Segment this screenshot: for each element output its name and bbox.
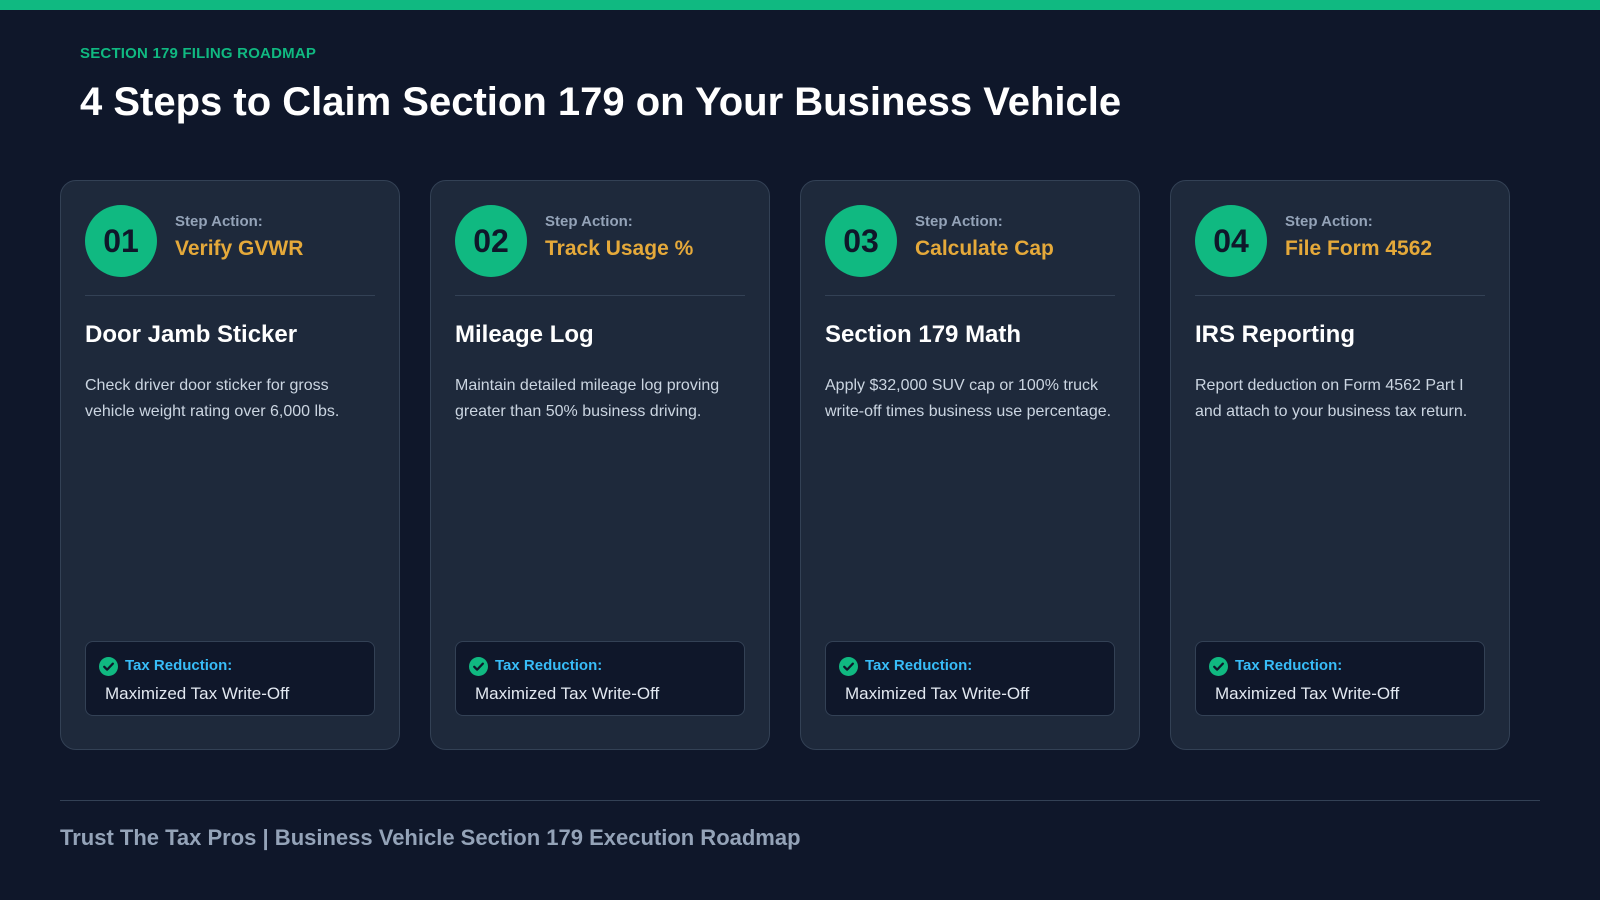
step-number-badge: 04: [1195, 205, 1267, 277]
step-action-value: Calculate Cap: [915, 237, 1054, 260]
tax-reduction-label: Tax Reduction:: [1235, 657, 1343, 674]
tax-reduction-label: Tax Reduction:: [865, 657, 973, 674]
step-title: Mileage Log: [455, 321, 594, 348]
check-circle-icon: [99, 657, 118, 676]
step-card-4: 04 Step Action: File Form 4562 IRS Repor…: [1170, 180, 1510, 750]
step-description: Maintain detailed mileage log proving gr…: [455, 377, 720, 420]
step-card-1: 01 Step Action: Verify GVWR Door Jamb St…: [60, 180, 400, 750]
card-divider: [1195, 295, 1485, 296]
footer-divider: [60, 800, 1540, 801]
check-circle-icon: [1209, 657, 1228, 676]
tax-reduction-value: Maximized Tax Write-Off: [105, 684, 290, 703]
roadmap-page: SECTION 179 FILING ROADMAP 4 Steps to Cl…: [0, 0, 1600, 900]
step-title: IRS Reporting: [1195, 321, 1355, 348]
card-divider: [825, 295, 1115, 296]
step-action-value: Verify GVWR: [175, 237, 304, 260]
step-action-label: Step Action:: [915, 213, 1003, 230]
page-title: 4 Steps to Claim Section 179 on Your Bus…: [80, 80, 1122, 124]
footer-text: Trust The Tax Pros | Business Vehicle Se…: [60, 825, 801, 850]
tax-reduction-value: Maximized Tax Write-Off: [845, 684, 1030, 703]
check-circle-icon: [839, 657, 858, 676]
eyebrow-label: SECTION 179 FILING ROADMAP: [80, 45, 317, 62]
check-circle-icon: [469, 657, 488, 676]
tax-reduction-label: Tax Reduction:: [125, 657, 233, 674]
card-divider: [85, 295, 375, 296]
steps-grid: 01 Step Action: Verify GVWR Door Jamb St…: [60, 180, 1512, 750]
card-divider: [455, 295, 745, 296]
top-accent-bar: [0, 0, 1600, 10]
step-title: Door Jamb Sticker: [85, 321, 298, 348]
step-action-label: Step Action:: [1285, 213, 1373, 230]
tax-reduction-box: Tax Reduction: Maximized Tax Write-Off: [825, 641, 1115, 716]
tax-reduction-box: Tax Reduction: Maximized Tax Write-Off: [1195, 641, 1485, 716]
tax-reduction-value: Maximized Tax Write-Off: [1215, 684, 1400, 703]
step-description: Report deduction on Form 4562 Part I and…: [1195, 377, 1468, 420]
tax-reduction-label: Tax Reduction:: [495, 657, 603, 674]
step-action-label: Step Action:: [175, 213, 263, 230]
tax-reduction-box: Tax Reduction: Maximized Tax Write-Off: [455, 641, 745, 716]
step-number-badge: 01: [85, 205, 157, 277]
step-action-value: File Form 4562: [1285, 237, 1433, 260]
step-action-label: Step Action:: [545, 213, 633, 230]
step-title: Section 179 Math: [825, 321, 1022, 348]
step-card-2: 02 Step Action: Track Usage % Mileage Lo…: [430, 180, 770, 750]
step-number-badge: 03: [825, 205, 897, 277]
step-card-3: 03 Step Action: Calculate Cap Section 17…: [800, 180, 1140, 750]
step-description: Check driver door sticker for gross vehi…: [85, 377, 340, 420]
step-number-badge: 02: [455, 205, 527, 277]
tax-reduction-box: Tax Reduction: Maximized Tax Write-Off: [85, 641, 375, 716]
tax-reduction-value: Maximized Tax Write-Off: [475, 684, 660, 703]
step-action-value: Track Usage %: [545, 237, 694, 260]
step-description: Apply $32,000 SUV cap or 100% truck writ…: [825, 377, 1112, 420]
